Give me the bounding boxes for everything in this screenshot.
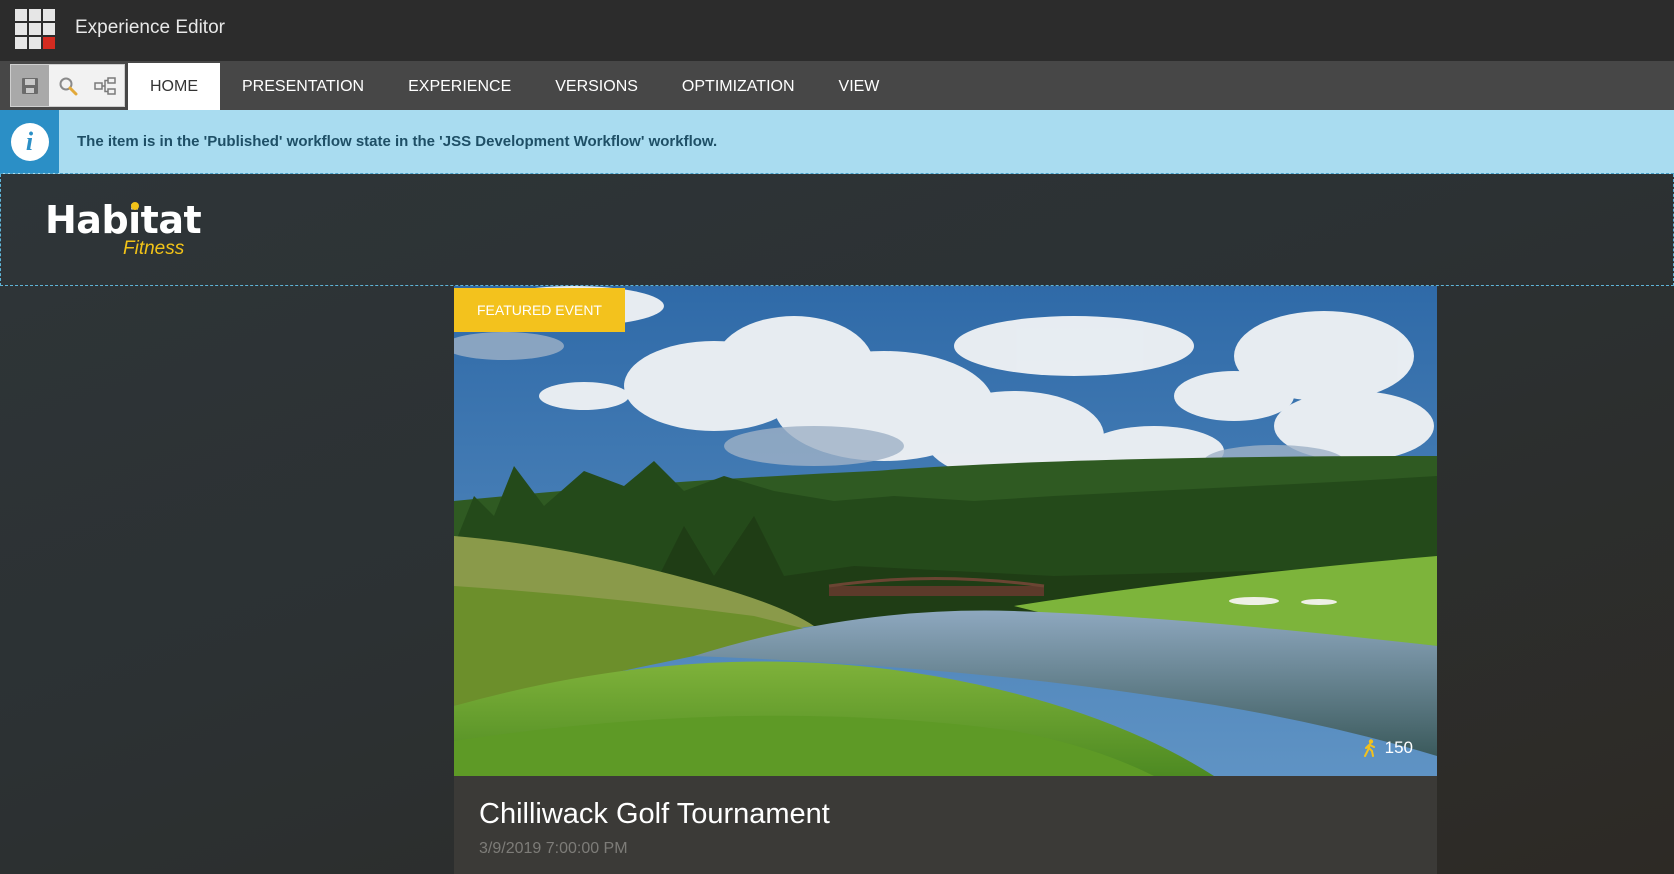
tab-experience[interactable]: EXPERIENCE	[386, 63, 533, 110]
search-icon	[59, 77, 77, 95]
ribbon-tabs: HOME PRESENTATION EXPERIENCE VERSIONS OP…	[128, 63, 901, 110]
featured-event-badge: FEATURED EVENT	[454, 288, 625, 332]
logo-sub-text: Fitness	[123, 238, 185, 259]
golf-course-image	[454, 286, 1437, 776]
info-icon: i	[10, 122, 49, 161]
site-logo[interactable]: Habitat Fitness	[45, 200, 205, 262]
top-bar: Experience Editor	[0, 0, 1674, 61]
tab-presentation[interactable]: PRESENTATION	[220, 63, 386, 110]
navigator-button[interactable]	[86, 65, 124, 106]
grid-cell	[43, 9, 55, 21]
page-canvas: Habitat Fitness FEATURED EVENT 150 Chill…	[0, 174, 1674, 874]
event-image[interactable]: FEATURED EVENT 150	[454, 286, 1437, 776]
save-button[interactable]	[11, 65, 49, 106]
info-icon-container: i	[0, 110, 59, 173]
tab-versions[interactable]: VERSIONS	[533, 63, 660, 110]
tab-home[interactable]: HOME	[128, 63, 220, 110]
save-icon	[21, 77, 38, 94]
quick-access-toolbar	[10, 64, 125, 107]
workflow-notification: i The item is in the 'Published' workflo…	[0, 110, 1674, 174]
attendee-count-value: 150	[1384, 738, 1413, 757]
event-title[interactable]: Chilliwack Golf Tournament	[479, 798, 830, 831]
ribbon: HOME PRESENTATION EXPERIENCE VERSIONS OP…	[0, 61, 1674, 110]
grid-cell	[43, 37, 55, 49]
grid-cell	[29, 37, 41, 49]
tab-optimization[interactable]: OPTIMIZATION	[660, 63, 817, 110]
notification-message: The item is in the 'Published' workflow …	[77, 133, 718, 150]
grid-cell	[43, 23, 55, 35]
grid-cell	[29, 9, 41, 21]
featured-event-card[interactable]: FEATURED EVENT 150 Chilliwack Golf Tourn…	[454, 286, 1437, 874]
navigator-icon	[94, 76, 116, 95]
attendee-count: 150	[1363, 738, 1413, 758]
event-date: 3/9/2019 7:00:00 PM	[479, 840, 628, 857]
walking-person-icon	[1363, 739, 1375, 757]
grid-cell	[15, 23, 27, 35]
app-title: Experience Editor	[75, 17, 225, 38]
logo-main-text: Habitat	[45, 198, 202, 242]
grid-cell	[29, 23, 41, 35]
site-header[interactable]: Habitat Fitness	[0, 174, 1674, 286]
search-button[interactable]	[49, 65, 87, 106]
tab-view[interactable]: VIEW	[817, 63, 902, 110]
grid-cell	[15, 37, 27, 49]
event-info-panel: Chilliwack Golf Tournament 3/9/2019 7:00…	[454, 776, 1437, 874]
logo-dot	[131, 202, 139, 210]
grid-cell	[15, 9, 27, 21]
app-grid-icon[interactable]	[15, 9, 56, 50]
